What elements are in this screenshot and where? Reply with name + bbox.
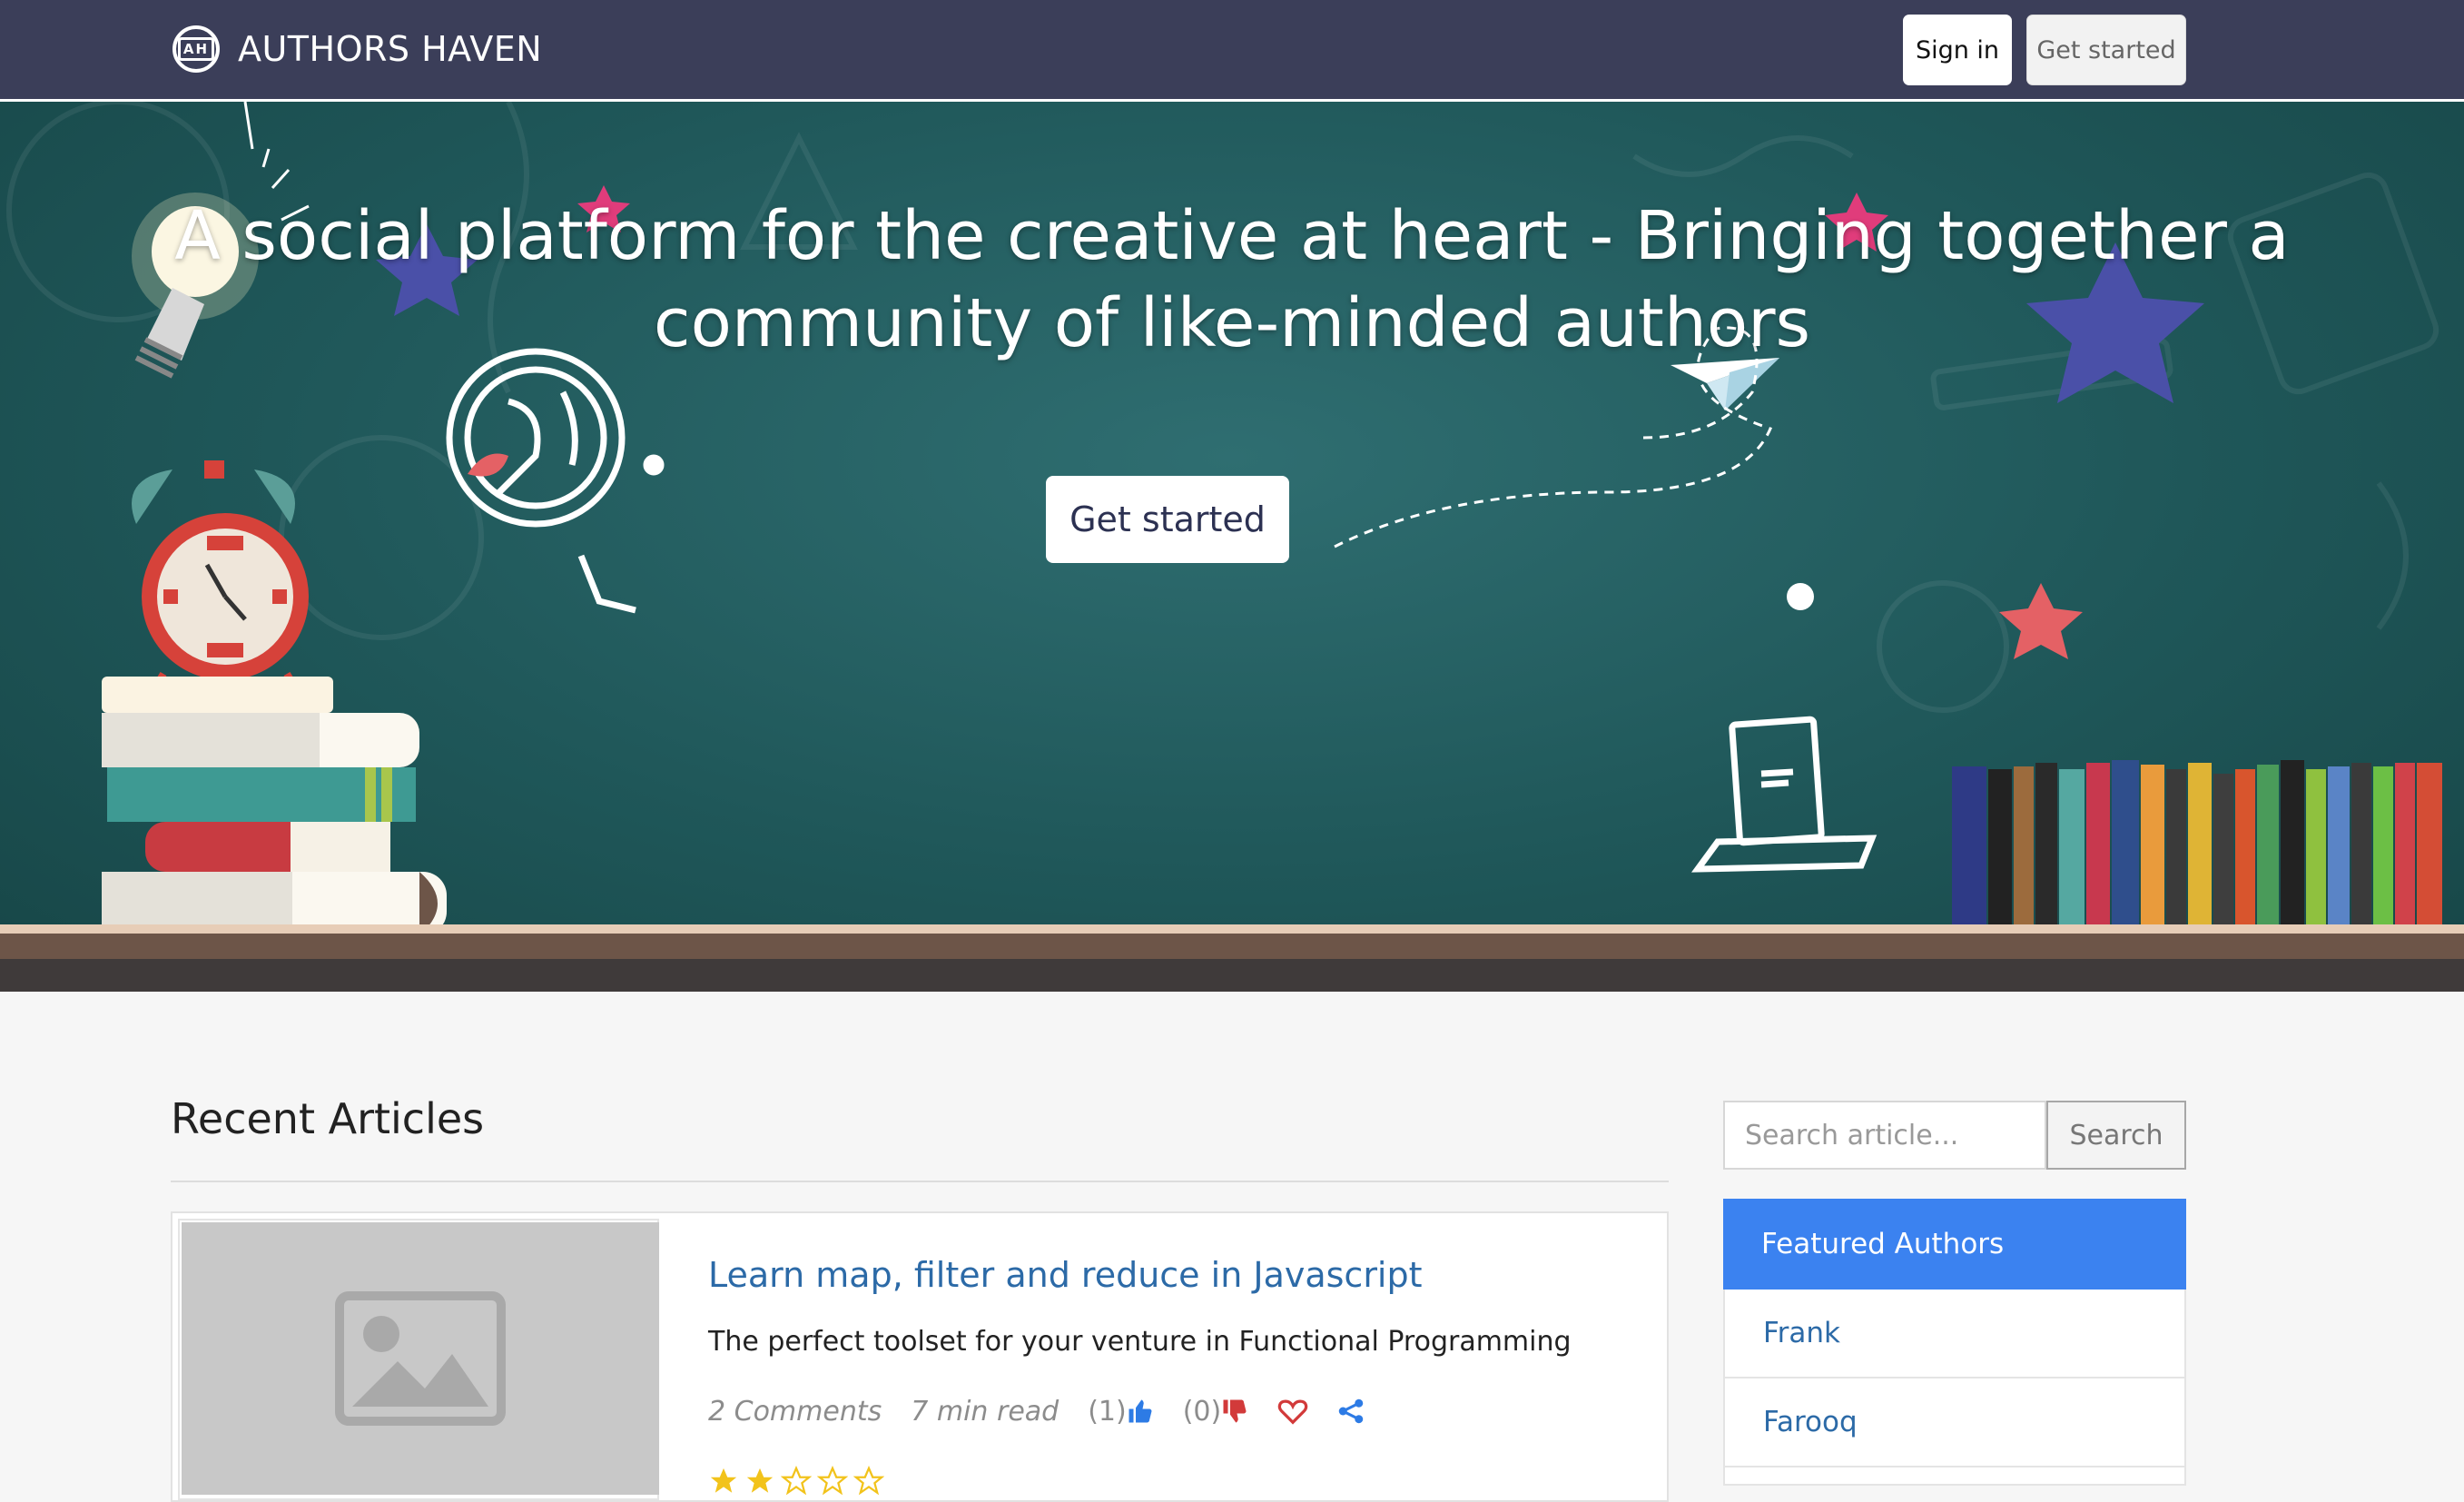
article-card[interactable]: Learn map, filter and reduce in Javascri… [171, 1211, 1669, 1502]
featured-author-item[interactable]: Frank [1723, 1290, 2186, 1378]
book-stand-icon [1690, 716, 1878, 873]
share-icon[interactable] [1337, 1398, 1365, 1425]
globe-icon [446, 348, 665, 614]
read-time: 7 min read [911, 1395, 1060, 1428]
brand-logo-text: AH [177, 37, 215, 61]
alarm-clock-icon [132, 460, 309, 699]
image-placeholder-icon [335, 1291, 506, 1426]
hero-title: A social platform for the creative at he… [174, 197, 2290, 362]
brand-logo-icon: AH [172, 25, 220, 73]
search-button[interactable]: Search [2046, 1101, 2186, 1170]
article-subtitle: The perfect toolset for your venture in … [708, 1326, 1572, 1358]
thumbs-up-icon[interactable] [1127, 1398, 1154, 1425]
star-rating-icon[interactable] [708, 1466, 739, 1497]
shelf-shadow [0, 959, 2464, 992]
shelf [0, 934, 2464, 959]
brand-name: AUTHORS HAVEN [238, 29, 543, 69]
recent-articles-heading: Recent Articles [171, 1094, 485, 1143]
brand[interactable]: AH AUTHORS HAVEN [172, 24, 542, 74]
article-rating[interactable] [708, 1466, 884, 1502]
thumbs-down-icon[interactable] [1221, 1398, 1248, 1425]
star-rating-icon[interactable] [744, 1466, 775, 1497]
star-rating-icon[interactable] [853, 1466, 884, 1497]
article-meta: 2 Comments 7 min read (1) (0) [708, 1391, 1365, 1431]
star-rating-icon[interactable] [817, 1466, 848, 1497]
featured-author-item[interactable]: Farooq [1723, 1378, 2186, 1467]
sign-in-button[interactable]: Sign in [1903, 15, 2012, 85]
likes-count: (1) [1088, 1395, 1127, 1428]
dislikes-count: (0) [1182, 1395, 1222, 1428]
comments-count[interactable]: 2 Comments [708, 1396, 882, 1428]
top-navbar: AH AUTHORS HAVEN Sign in Get started [0, 0, 2464, 102]
star-rating-icon[interactable] [781, 1466, 812, 1497]
section-divider [171, 1181, 1669, 1182]
featured-author-item[interactable] [1723, 1467, 2186, 1486]
star-icon [1999, 583, 2083, 659]
hero-get-started-button[interactable]: Get started [1046, 476, 1289, 563]
book-stack-icon [102, 677, 447, 935]
hero-banner: A social platform for the creative at he… [0, 102, 2464, 992]
article-title-link[interactable]: Learn map, filter and reduce in Javascri… [708, 1255, 1423, 1295]
books-shelf-icon [1952, 760, 2442, 935]
nav-get-started-button[interactable]: Get started [2026, 15, 2186, 85]
article-thumbnail[interactable] [182, 1222, 659, 1495]
search-article-input[interactable]: Search article... [1723, 1101, 2046, 1170]
featured-authors-header: Featured Authors [1723, 1199, 2186, 1290]
heart-icon[interactable] [1277, 1398, 1308, 1425]
